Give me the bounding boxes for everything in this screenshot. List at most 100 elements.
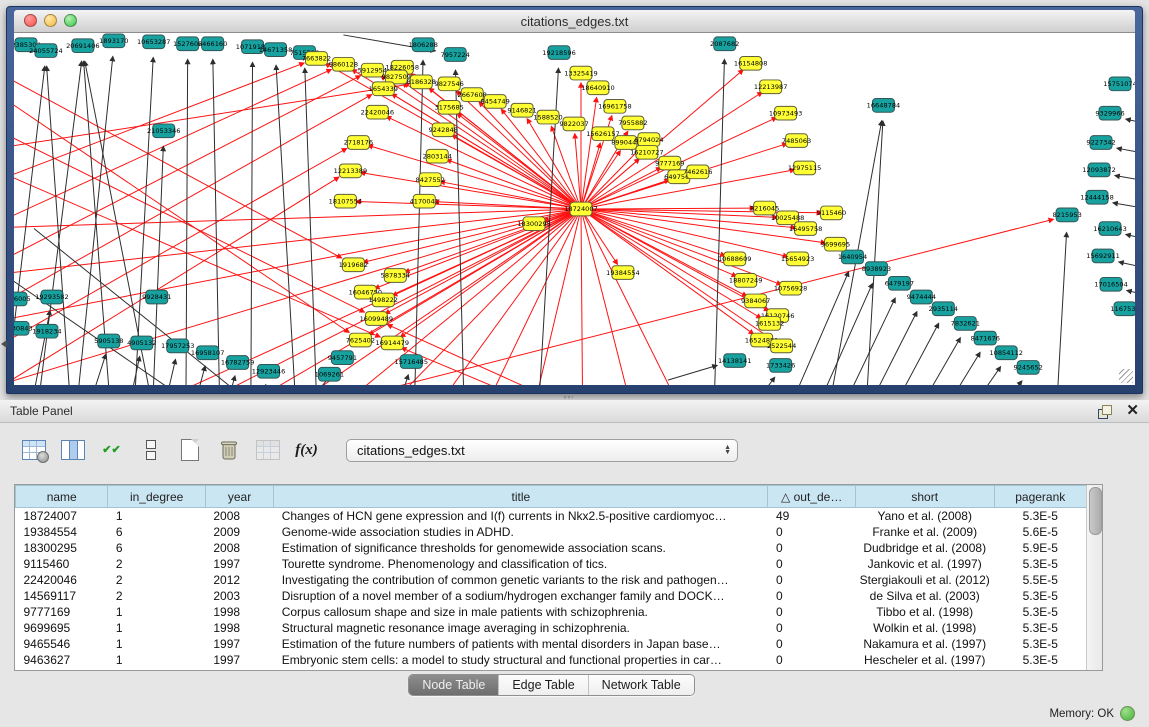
graph-node[interactable]: 21053346 — [147, 124, 181, 138]
close-button[interactable] — [24, 14, 37, 27]
graph-node[interactable]: 9329966 — [1095, 106, 1124, 120]
tab-edge-table[interactable]: Edge Table — [498, 675, 587, 695]
graph-node[interactable]: 13325419 — [564, 66, 598, 80]
cell-name[interactable]: 19384554 — [16, 524, 108, 540]
graph-node[interactable]: 9227342 — [1086, 136, 1115, 150]
column-header-name[interactable]: name — [16, 486, 108, 508]
column-header-in_degree[interactable]: in_degree — [108, 486, 205, 508]
cell-out_de[interactable]: 0 — [768, 652, 855, 668]
cell-out_de[interactable]: 0 — [768, 524, 855, 540]
cell-title[interactable]: Corpus callosum shape and size in male p… — [274, 604, 768, 620]
cell-out_de[interactable]: 0 — [768, 604, 855, 620]
cell-out_de[interactable]: 0 — [768, 636, 855, 652]
cell-out_de[interactable]: 0 — [768, 540, 855, 556]
cell-year[interactable]: 1997 — [205, 556, 273, 572]
new-file-icon[interactable] — [176, 437, 203, 463]
cell-in_degree[interactable]: 2 — [108, 588, 205, 604]
graph-node[interactable]: 1588520 — [533, 110, 562, 124]
graph-node[interactable]: 16154808 — [734, 56, 768, 70]
cell-in_degree[interactable]: 6 — [108, 524, 205, 540]
graph-node[interactable]: 8471676 — [971, 331, 1000, 345]
cell-in_degree[interactable]: 2 — [108, 556, 205, 572]
cell-title[interactable]: Investigating the contribution of common… — [274, 572, 768, 588]
graph-node[interactable]: 12444158 — [1080, 190, 1114, 204]
float-panel-icon[interactable] — [1098, 405, 1112, 418]
cell-out_de[interactable]: 0 — [768, 556, 855, 572]
graph-node[interactable]: 9699695 — [821, 237, 850, 251]
graph-node[interactable]: 1167534 — [1110, 302, 1135, 316]
table-row[interactable]: 946554611997Estimation of the future num… — [16, 636, 1087, 652]
graph-node[interactable]: 16961758 — [598, 99, 632, 113]
graph-node[interactable]: 8216045 — [750, 201, 779, 215]
graph-node[interactable]: 3175685 — [435, 100, 464, 114]
graph-node[interactable]: 7957224 — [441, 48, 470, 62]
memory-status-indicator[interactable] — [1120, 706, 1135, 721]
cell-short[interactable]: Franke et al. (2009) — [855, 524, 994, 540]
cell-name[interactable]: 14569117 — [16, 588, 108, 604]
graph-node[interactable]: 18107554 — [329, 194, 363, 208]
graph-node[interactable]: 15654923 — [781, 252, 815, 266]
cell-title[interactable]: Estimation of the future numbers of pati… — [274, 636, 768, 652]
graph-node[interactable]: 18300295 — [517, 217, 551, 231]
graph-node[interactable]: 4170041 — [410, 194, 439, 208]
cell-pagerank[interactable]: 5.5E-5 — [994, 572, 1086, 588]
cell-out_de[interactable]: 0 — [768, 588, 855, 604]
table-row[interactable]: 946362711997Embryonic stem cells: a mode… — [16, 652, 1087, 668]
table-scrollbar[interactable] — [1086, 485, 1102, 670]
graph-node[interactable]: 19218596 — [542, 46, 576, 60]
cell-pagerank[interactable]: 5.3E-5 — [994, 620, 1086, 636]
graph-node[interactable]: 9827546 — [435, 77, 464, 91]
minimize-button[interactable] — [44, 14, 57, 27]
graph-node[interactable]: 9115460 — [817, 206, 846, 220]
graph-node[interactable]: 1893170 — [99, 34, 128, 48]
cell-title[interactable]: Structural magnetic resonance image aver… — [274, 620, 768, 636]
tab-network-table[interactable]: Network Table — [588, 675, 694, 695]
graph-node[interactable]: 7663822 — [302, 52, 331, 66]
cell-pagerank[interactable]: 5.9E-5 — [994, 540, 1086, 556]
cell-title[interactable]: Changes of HCN gene expression and I(f) … — [274, 508, 768, 525]
table-row[interactable]: 1456911722003Disruption of a novel membe… — [16, 588, 1087, 604]
graph-node[interactable]: 1830843 — [14, 321, 33, 335]
close-panel-icon[interactable]: ✕ — [1126, 404, 1139, 418]
cell-out_de[interactable]: 49 — [768, 508, 855, 525]
cell-short[interactable]: Hescheler et al. (1997) — [855, 652, 994, 668]
table-settings-icon[interactable] — [20, 437, 47, 463]
graph-node[interactable]: 5878334 — [381, 269, 410, 283]
column-header-title[interactable]: title — [274, 486, 768, 508]
graph-node[interactable]: 8938923 — [862, 262, 891, 276]
table-row[interactable]: 977716911998Corpus callosum shape and si… — [16, 604, 1087, 620]
cell-name[interactable]: 18724007 — [16, 508, 108, 525]
table-row[interactable]: 1830029562008Estimation of significance … — [16, 540, 1087, 556]
graph-node[interactable]: 10688609 — [718, 252, 752, 266]
cell-year[interactable]: 2009 — [205, 524, 273, 540]
cell-in_degree[interactable]: 1 — [108, 636, 205, 652]
graph-node[interactable]: 9822037 — [559, 117, 588, 131]
window-resize-grip[interactable] — [1119, 369, 1133, 383]
select-all-icon[interactable]: ✔✔ — [98, 437, 125, 463]
window-titlebar[interactable]: citations_edges.txt — [14, 10, 1135, 33]
graph-node[interactable]: 16648784 — [867, 99, 901, 113]
graph-node[interactable]: 5905138 — [94, 334, 123, 348]
graph-node[interactable]: 1733426 — [766, 359, 795, 373]
table-selector-combobox[interactable]: citations_edges.txt ▲▼ — [346, 439, 738, 462]
graph-node[interactable]: 17016504 — [1094, 277, 1128, 291]
cell-year[interactable]: 1998 — [205, 604, 273, 620]
cell-short[interactable]: Yano et al. (2008) — [855, 508, 994, 525]
graph-node[interactable]: 7625402 — [346, 333, 375, 347]
graph-node[interactable]: 1498222 — [369, 293, 398, 307]
graph-node[interactable]: 16958107 — [191, 346, 225, 360]
cell-short[interactable]: de Silva et al. (2003) — [855, 588, 994, 604]
cell-pagerank[interactable]: 5.6E-5 — [994, 524, 1086, 540]
cell-short[interactable]: Dudbridge et al. (2008) — [855, 540, 994, 556]
cell-short[interactable]: Wolkin et al. (1998) — [855, 620, 994, 636]
graph-node[interactable]: 9928431 — [142, 290, 171, 304]
graph-node[interactable]: 9474444 — [907, 290, 936, 304]
row-height-icon[interactable] — [137, 437, 164, 463]
cell-short[interactable]: Tibbo et al. (1998) — [855, 604, 994, 620]
function-builder-icon[interactable]: f(x) — [293, 437, 320, 463]
cell-year[interactable]: 1997 — [205, 636, 273, 652]
graph-node[interactable]: 8186328 — [407, 75, 436, 89]
cell-title[interactable]: Estimation of significance thresholds fo… — [274, 540, 768, 556]
graph-node[interactable]: 14138141 — [718, 354, 752, 368]
graph-node[interactable]: 10973493 — [769, 106, 803, 120]
